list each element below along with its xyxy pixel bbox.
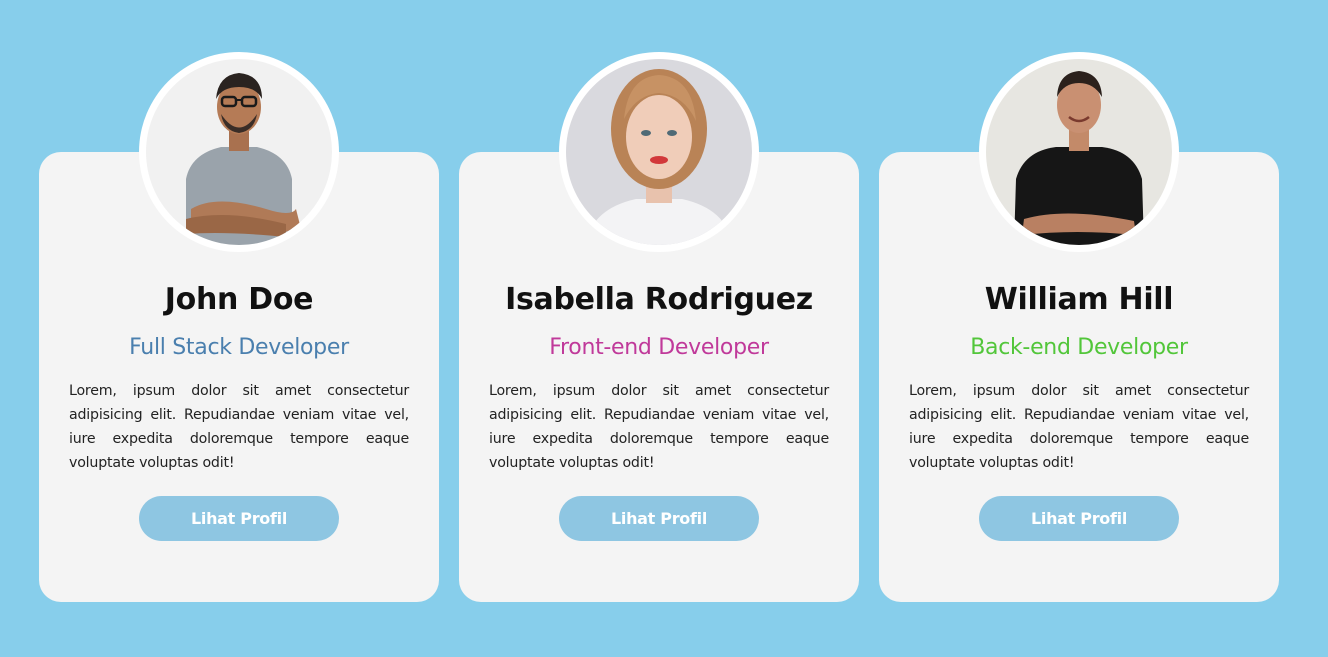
avatar <box>979 52 1179 252</box>
card-role: Full Stack Developer <box>129 335 349 360</box>
card-description: Lorem, ipsum dolor sit amet consectetur … <box>489 383 829 471</box>
card-name: William Hill <box>984 282 1174 317</box>
profile-photo-john-doe <box>146 59 332 245</box>
card-role: Front-end Developer <box>549 335 769 360</box>
avatar <box>559 52 759 252</box>
profile-card-william-hill: William Hill Back-end Developer Lorem, i… <box>879 52 1279 602</box>
profile-card-isabella-rodriguez: Isabella Rodriguez Front-end Developer L… <box>459 52 859 602</box>
card-role: Back-end Developer <box>970 335 1188 360</box>
profile-photo-william-hill <box>986 59 1172 245</box>
avatar <box>139 52 339 252</box>
card-description: Lorem, ipsum dolor sit amet consectetur … <box>69 383 409 471</box>
profile-card-john-doe: John Doe Full Stack Developer Lorem, ips… <box>39 52 439 602</box>
card-name: Isabella Rodriguez <box>505 282 813 317</box>
card-name: John Doe <box>164 282 314 317</box>
card-description: Lorem, ipsum dolor sit amet consectetur … <box>909 383 1249 471</box>
view-profile-button[interactable]: Lihat Profil <box>979 496 1179 541</box>
view-profile-button[interactable]: Lihat Profil <box>559 496 759 541</box>
profile-photo-isabella-rodriguez <box>566 59 752 245</box>
team-cards-section: John Doe Full Stack Developer Lorem, ips… <box>0 0 1328 657</box>
view-profile-button[interactable]: Lihat Profil <box>139 496 339 541</box>
